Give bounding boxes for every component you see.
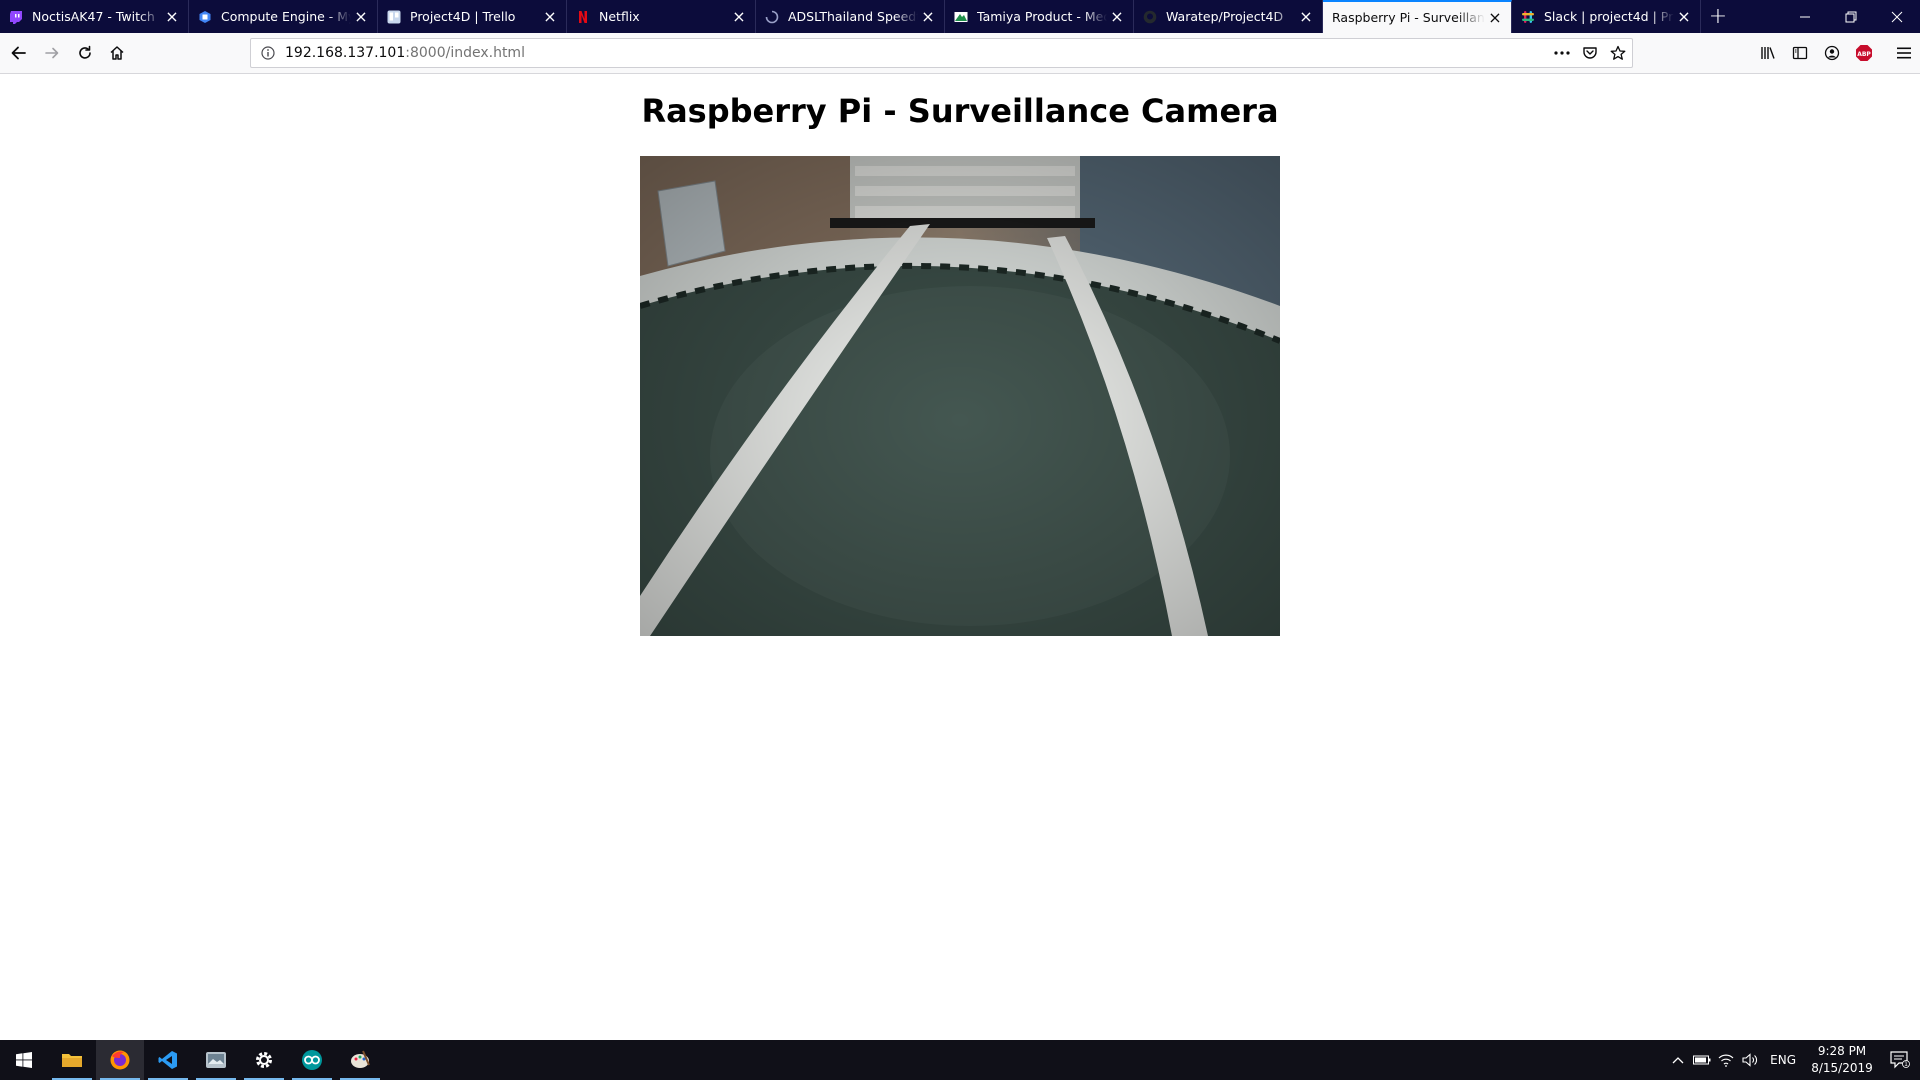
tab-title: ADSLThailand Speedtest <box>788 9 918 24</box>
windows-logo-icon <box>16 1052 32 1068</box>
notification-count: 1 <box>1904 1061 1908 1068</box>
tab-surveillance-camera[interactable]: Raspberry Pi - Surveillance Camera × <box>1323 0 1512 33</box>
tab-title: Slack | project4d | Project4D <box>1544 9 1674 24</box>
tab-slack[interactable]: Slack | project4d | Project4D × <box>1512 0 1701 33</box>
web-page: Raspberry Pi - Surveillance Camera <box>0 74 1920 1040</box>
paint-palette-icon <box>351 1050 370 1068</box>
tab-trello[interactable]: Project4D | Trello × <box>378 0 567 33</box>
camera-stream-image <box>640 156 1280 636</box>
tab-title: Raspberry Pi - Surveillance Camera <box>1332 10 1485 25</box>
github-icon <box>1143 10 1157 24</box>
settings-button[interactable] <box>240 1040 288 1080</box>
folder-icon <box>62 1054 82 1067</box>
url-text[interactable]: 192.168.137.101:8000/index.html <box>285 45 525 61</box>
firefox-icon <box>110 1050 130 1070</box>
close-icon[interactable]: × <box>918 7 938 27</box>
url-host: 192.168.137.101 <box>285 45 406 61</box>
show-hidden-icons-chevron-icon[interactable] <box>1666 1040 1690 1080</box>
wifi-icon[interactable] <box>1714 1040 1738 1080</box>
start-button[interactable] <box>0 1040 48 1080</box>
photos-app-button[interactable] <box>192 1040 240 1080</box>
clock-date: 8/15/2019 <box>1811 1061 1873 1075</box>
tamiya-icon <box>954 10 968 24</box>
file-explorer-button[interactable] <box>48 1040 96 1080</box>
sidebar-icon[interactable] <box>1784 38 1816 68</box>
close-icon[interactable]: × <box>1107 7 1127 27</box>
photos-icon <box>206 1052 226 1068</box>
close-icon[interactable]: × <box>162 7 182 27</box>
account-icon[interactable] <box>1816 38 1848 68</box>
arduino-ide-button[interactable] <box>288 1040 336 1080</box>
vscode-icon <box>158 1051 177 1069</box>
menu-hamburger-icon[interactable] <box>1888 38 1920 68</box>
url-path: :8000/index.html <box>405 45 525 61</box>
close-icon[interactable]: × <box>1485 8 1505 28</box>
site-info-icon[interactable] <box>251 39 285 67</box>
close-icon[interactable]: × <box>1674 7 1694 27</box>
system-clock[interactable]: 9:28 PM 8/15/2019 <box>1804 1043 1880 1077</box>
address-bar[interactable]: 192.168.137.101:8000/index.html <box>250 38 1633 68</box>
tab-title: Project4D | Trello <box>410 9 516 24</box>
tab-title: Waratep/Project4D <box>1166 9 1284 24</box>
tab-strip: NoctisAK47 - Twitch × Compute Engine - M… <box>0 0 1920 33</box>
firefox-button[interactable] <box>96 1040 144 1080</box>
bookmark-star-icon[interactable] <box>1604 39 1632 67</box>
forward-arrow-icon <box>45 47 59 59</box>
paint-button[interactable] <box>336 1040 384 1080</box>
gear-icon <box>256 1052 272 1068</box>
loading-icon <box>765 10 779 24</box>
input-language-indicator[interactable]: ENG <box>1762 1053 1804 1067</box>
page-actions-icon[interactable] <box>1548 39 1576 67</box>
back-arrow-icon <box>11 46 26 60</box>
home-icon <box>110 46 124 60</box>
system-tray: ENG 9:28 PM 8/15/2019 1 <box>1666 1040 1920 1080</box>
page-heading: Raspberry Pi - Surveillance Camera <box>641 92 1279 130</box>
close-icon[interactable]: × <box>540 7 560 27</box>
tab-title: Tamiya Product - Mechanics <box>977 9 1107 24</box>
tab-title: Netflix <box>599 9 640 24</box>
adblock-plus-icon[interactable]: ABP <box>1848 38 1880 68</box>
tab-title: Compute Engine - My Project <box>221 9 351 24</box>
volume-icon[interactable] <box>1738 1040 1762 1080</box>
google-cloud-icon <box>198 10 212 24</box>
netflix-icon <box>576 10 590 24</box>
tab-title: NoctisAK47 - Twitch <box>32 9 155 24</box>
tab-github[interactable]: Waratep/Project4D × <box>1134 0 1323 33</box>
close-icon[interactable]: × <box>351 7 371 27</box>
tab-speedtest[interactable]: ADSLThailand Speedtest × <box>756 0 945 33</box>
tab-compute-engine[interactable]: Compute Engine - My Project × <box>189 0 378 33</box>
pocket-icon[interactable] <box>1576 39 1604 67</box>
twitch-icon <box>9 10 23 24</box>
clock-time: 9:28 PM <box>1817 1044 1867 1058</box>
vscode-button[interactable] <box>144 1040 192 1080</box>
reload-button[interactable] <box>70 38 100 68</box>
tab-netflix[interactable]: Netflix × <box>567 0 756 33</box>
slack-icon <box>1521 10 1535 24</box>
close-icon[interactable]: × <box>729 7 749 27</box>
svg-text:ABP: ABP <box>1857 51 1871 58</box>
close-window-button[interactable] <box>1874 0 1920 33</box>
notification-icon: 1 <box>1890 1051 1910 1069</box>
trello-icon <box>387 10 401 24</box>
close-icon[interactable]: × <box>1296 7 1316 27</box>
tab-tamiya[interactable]: Tamiya Product - Mechanics × <box>945 0 1134 33</box>
forward-button[interactable] <box>37 38 67 68</box>
library-icon[interactable] <box>1752 38 1784 68</box>
action-center-button[interactable]: 1 <box>1880 1040 1920 1080</box>
battery-icon[interactable] <box>1690 1040 1714 1080</box>
new-tab-button[interactable]: + <box>1701 0 1735 33</box>
back-button[interactable] <box>4 38 34 68</box>
restore-button[interactable] <box>1828 0 1874 33</box>
navigation-toolbar: 192.168.137.101:8000/index.html ABP <box>0 33 1920 74</box>
home-button[interactable] <box>102 38 132 68</box>
reload-icon <box>79 45 91 59</box>
minimize-button[interactable] <box>1782 0 1828 33</box>
arduino-icon <box>302 1050 322 1070</box>
tab-twitch[interactable]: NoctisAK47 - Twitch × <box>0 0 189 33</box>
taskbar: ENG 9:28 PM 8/15/2019 1 <box>0 1040 1920 1080</box>
